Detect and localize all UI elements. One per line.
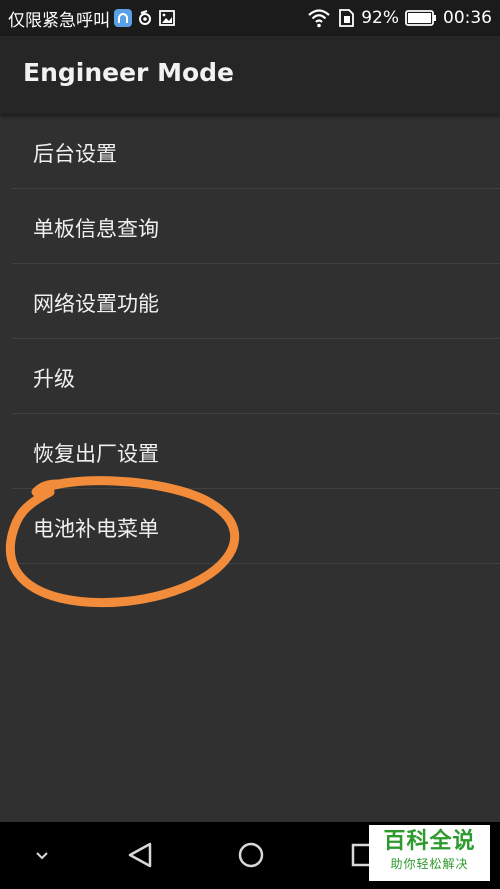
status-bar: 仅限紧急呼叫 92% 00:36 xyxy=(0,0,500,36)
menu-item-label: 网络设置功能 xyxy=(33,292,159,316)
clock: 00:36 xyxy=(443,8,492,28)
menu-item-label: 电池补电菜单 xyxy=(33,517,159,541)
home-icon[interactable] xyxy=(237,840,265,874)
back-icon[interactable] xyxy=(126,840,154,874)
watermark-logo: 百科全说 助你轻松解决 xyxy=(369,825,490,881)
menu-item-label: 升级 xyxy=(33,367,75,391)
image-icon xyxy=(158,9,176,27)
menu-item-network-settings[interactable]: 网络设置功能 xyxy=(12,264,500,339)
menu-item-factory-reset[interactable]: 恢复出厂设置 xyxy=(12,414,500,489)
menu-item-upgrade[interactable]: 升级 xyxy=(12,339,500,414)
menu-item-background-settings[interactable]: 后台设置 xyxy=(12,114,500,189)
battery-percent: 92% xyxy=(361,8,399,28)
watermark-title: 百科全说 xyxy=(383,829,476,854)
menu-item-label: 恢复出厂设置 xyxy=(33,442,159,466)
sim-icon xyxy=(337,8,355,28)
wifi-icon xyxy=(307,8,331,28)
watermark-subtitle: 助你轻松解决 xyxy=(390,857,469,871)
chevron-down-icon[interactable] xyxy=(32,848,52,867)
carrier-text: 仅限紧急呼叫 xyxy=(8,10,110,31)
status-right: 92% 00:36 xyxy=(307,8,492,28)
screen: 仅限紧急呼叫 92% 00:36 Engineer Mode 后台设置 单板信息… xyxy=(0,0,500,889)
menu-item-board-info[interactable]: 单板信息查询 xyxy=(12,189,500,264)
menu-item-label: 单板信息查询 xyxy=(33,217,159,241)
app-badge-icon xyxy=(114,9,132,27)
menu-item-label: 后台设置 xyxy=(33,142,117,166)
menu-item-battery-charge[interactable]: 电池补电菜单 xyxy=(12,489,500,564)
menu-list: 后台设置 单板信息查询 网络设置功能 升级 恢复出厂设置 电池补电菜单 xyxy=(0,114,500,564)
battery-icon xyxy=(405,9,437,27)
sync-icon xyxy=(136,9,154,27)
page-title: Engineer Mode xyxy=(23,58,234,87)
app-bar: Engineer Mode xyxy=(0,36,500,114)
status-left: 仅限紧急呼叫 xyxy=(8,6,176,31)
